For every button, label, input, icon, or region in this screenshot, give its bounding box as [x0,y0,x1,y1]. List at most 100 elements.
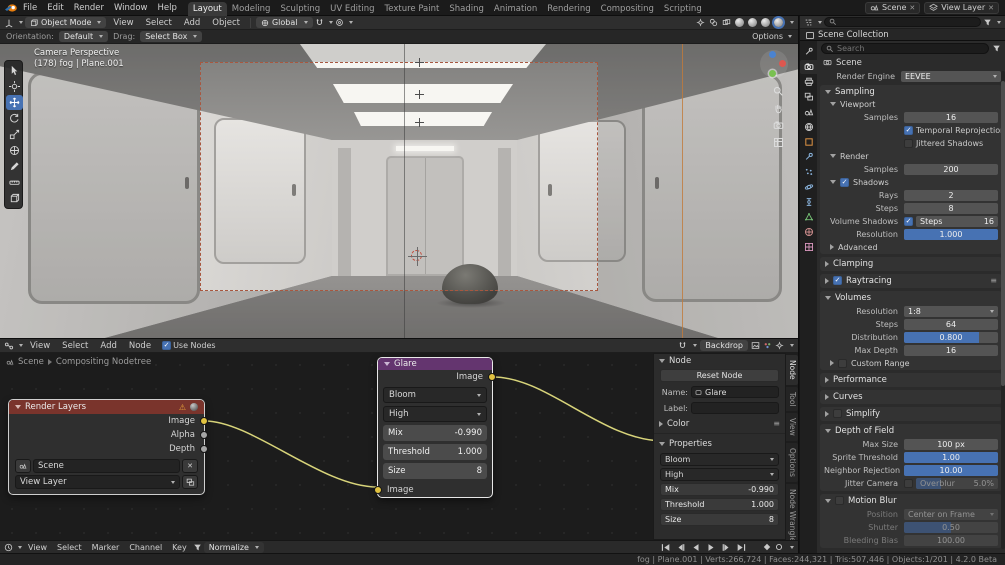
mode-dropdown[interactable]: Object Mode [25,17,106,28]
subpanel-custom-range-header[interactable]: Custom Range [820,357,1002,369]
backdrop-toggle[interactable]: Backdrop [700,340,748,351]
properties-search-field[interactable] [821,43,989,54]
panel-raytracing-header[interactable]: ✓Raytracing≡ [820,274,1002,287]
tool-add-primitive[interactable] [6,191,23,206]
subpanel-viewport-header[interactable]: Viewport [820,98,1002,110]
panel-dof-header[interactable]: Depth of Field [820,424,1002,437]
glare-type-dropdown[interactable]: Bloom [383,387,487,403]
reset-node-button[interactable]: Reset Node [660,369,779,382]
volumes-steps-field[interactable]: 64 [904,319,998,330]
unlink-scene-button[interactable]: ✕ [182,459,198,473]
editor-type-dropdown-icon[interactable] [19,21,23,24]
image-output-socket[interactable] [200,417,208,425]
dof-neighbor-rejection-slider[interactable]: 10.00 [904,465,998,476]
outliner-item-scene-collection[interactable]: Scene Collection [800,29,1005,41]
next-keyframe-button[interactable] [719,542,732,553]
tl-menu-key[interactable]: Key [168,543,191,552]
cmp-menu-select[interactable]: Select [57,341,93,351]
shading-material-icon[interactable] [761,18,770,27]
cmp-menu-node[interactable]: Node [124,341,156,351]
node-label-field[interactable] [691,402,779,414]
previous-keyframe-button[interactable] [674,542,687,553]
collapse-node-icon[interactable] [15,405,21,409]
panel-curves-header[interactable]: Curves [820,390,1002,403]
gizmos-toggle-icon[interactable] [775,341,784,350]
render-layer-button[interactable] [182,475,198,489]
snap-settings-dropdown-icon[interactable] [329,21,333,24]
tab-scene-icon[interactable] [800,105,817,119]
show-overlays-icon[interactable] [709,18,718,27]
tab-particles-icon[interactable] [800,165,817,179]
custom-range-checkbox[interactable] [838,359,847,368]
proportional-edit-icon[interactable] [335,18,344,27]
cmp-menu-view[interactable]: View [25,341,55,351]
editor-type-3d-icon[interactable] [4,18,14,28]
editor-type-dropdown-icon[interactable] [19,344,23,347]
shadow-steps-field[interactable]: 8 [904,203,998,214]
node-name-field[interactable]: Glare [691,386,779,398]
tool-scale[interactable] [6,127,23,142]
shading-rendered-icon[interactable] [774,18,783,27]
properties-scrollbar[interactable] [1001,71,1005,549]
shadow-resolution-slider[interactable]: 1.000 [904,229,998,240]
panel-simplify-header[interactable]: Simplify [820,407,1002,420]
sidebar-tab-tool[interactable]: Tool [786,387,798,412]
tool-transform[interactable] [6,143,23,158]
node-section-header[interactable]: Node [654,354,785,368]
sidebar-threshold-slider[interactable]: Threshold1.000 [660,498,779,511]
filter-dropdown-icon[interactable] [997,21,1001,24]
camera-view-icon[interactable] [773,120,784,131]
subpanel-shadows-header[interactable]: ✓Shadows [820,176,1002,188]
image-output-socket[interactable] [488,373,496,381]
subpanel-render-header[interactable]: Render [820,150,1002,162]
node-editor-icon[interactable] [4,341,14,351]
drag-value-dropdown[interactable]: Select Box [140,31,202,42]
workspace-tab-compositing[interactable]: Compositing [596,2,659,16]
dof-max-size-field[interactable]: 100 px [904,439,998,450]
outliner-editor-icon[interactable] [804,18,813,27]
glare-node-header[interactable]: Glare [378,358,492,370]
workspace-tab-uv-editing[interactable]: UV Editing [325,2,379,16]
workspace-tab-animation[interactable]: Animation [489,2,542,16]
axis-y-handle[interactable] [769,70,776,77]
orientation-value-dropdown[interactable]: Default [59,31,108,42]
menu-help[interactable]: Help [152,3,181,13]
toggle-xray-icon[interactable] [722,18,731,27]
render-samples-field[interactable]: 200 [904,164,998,175]
shading-solid-icon[interactable] [748,18,757,27]
blender-logo-icon[interactable] [4,3,18,13]
cmp-menu-add[interactable]: Add [95,341,121,351]
filter-icon[interactable] [983,18,992,27]
alpha-output-socket[interactable] [200,431,208,439]
render-engine-dropdown[interactable]: EEVEE [901,71,1001,82]
glare-quality-dropdown[interactable]: High [383,406,487,422]
chevron-down-icon[interactable] [790,546,794,549]
tab-physics-icon[interactable] [800,180,817,194]
glare-mix-slider[interactable]: Mix-0.990 [383,425,487,441]
browse-scene-button[interactable] [15,459,31,473]
sidebar-glare-quality-dropdown[interactable]: High [660,468,779,481]
zoom-icon[interactable] [773,86,784,97]
tab-constraints-icon[interactable] [800,195,817,209]
panel-performance-header[interactable]: Performance [820,373,1002,386]
editor-type-dropdown-icon[interactable] [18,546,22,549]
tab-texture-icon[interactable] [800,240,817,254]
color-section-header[interactable]: Color≡ [654,417,785,430]
raytracing-presets-icon[interactable]: ≡ [990,276,997,285]
dof-sprite-threshold-slider[interactable]: 1.00 [904,452,998,463]
raytracing-checkbox[interactable]: ✓ [833,276,842,285]
vp-menu-view[interactable]: View [108,18,138,28]
play-button[interactable] [704,542,717,553]
vp-menu-select[interactable]: Select [141,18,177,28]
tab-render-icon[interactable] [800,60,817,74]
pan-hand-icon[interactable] [773,103,784,114]
panel-sampling-header[interactable]: Sampling [820,85,1002,98]
backdrop-image-icon[interactable] [751,341,760,350]
search-input[interactable] [837,44,984,53]
shadows-checkbox[interactable]: ✓ [840,178,849,187]
workspace-tab-scripting[interactable]: Scripting [659,2,707,16]
shading-dropdown-icon[interactable] [790,21,794,24]
sidebar-glare-type-dropdown[interactable]: Bloom [660,453,779,466]
menu-window[interactable]: Window [109,3,153,13]
tl-menu-select[interactable]: Select [53,543,86,552]
